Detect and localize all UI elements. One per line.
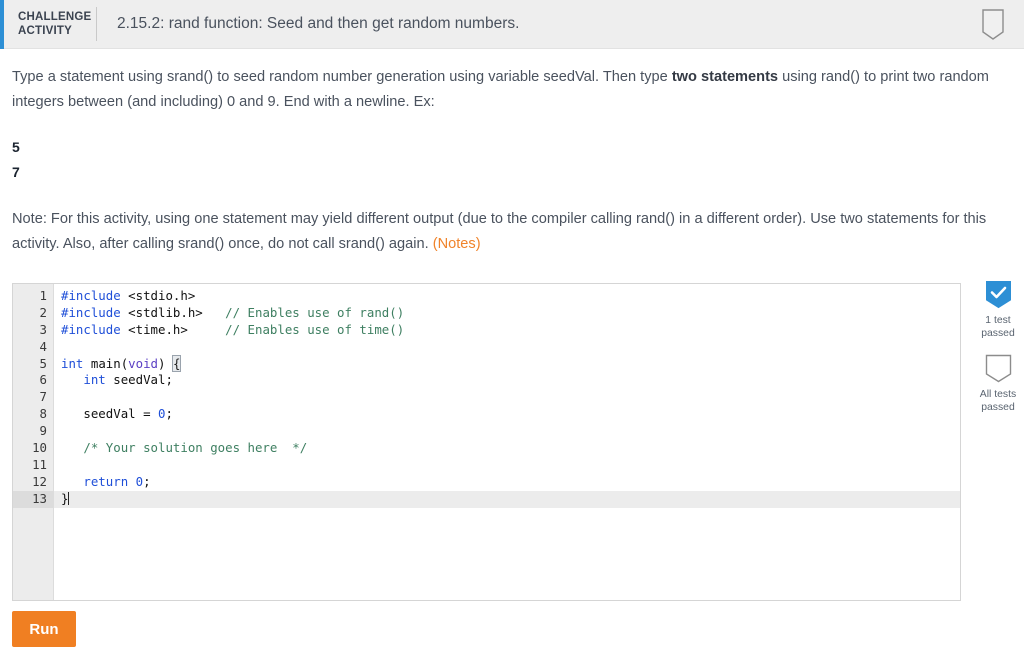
code-line[interactable]: int seedVal; bbox=[54, 372, 960, 389]
line-number: 13 bbox=[13, 490, 53, 508]
code-token: ; bbox=[165, 406, 173, 422]
challenge-activity-header: CHALLENGE ACTIVITY 2.15.2: rand function… bbox=[0, 0, 1024, 49]
code-token: // Enables use of time() bbox=[225, 321, 405, 337]
code-token: <stdio.h> bbox=[128, 288, 196, 303]
code-token: main bbox=[90, 355, 121, 371]
challenge-label-line2: ACTIVITY bbox=[18, 25, 72, 37]
code-line[interactable]: #include <stdlib.h> // Enables use of ra… bbox=[54, 305, 960, 322]
activity-title: 2.15.2: rand function: Seed and then get… bbox=[117, 15, 520, 32]
test-status-item: All tests passed bbox=[975, 354, 1021, 414]
code-token: // Enables use of rand() bbox=[225, 304, 405, 320]
code-line[interactable] bbox=[54, 423, 960, 440]
code-token: seedVal; bbox=[113, 372, 173, 388]
editor-code-area[interactable]: #include <stdio.h> #include <stdlib.h> //… bbox=[54, 284, 960, 600]
shield-check-icon bbox=[985, 281, 1011, 309]
code-line[interactable]: } bbox=[54, 490, 960, 508]
test-status-caption: 1 test passed bbox=[981, 315, 1015, 339]
header-accent-bar bbox=[0, 0, 4, 49]
test-status-caption: All tests passed bbox=[979, 389, 1017, 413]
code-token: ; bbox=[143, 473, 151, 489]
instructions-section: Type a statement using srand() to seed r… bbox=[0, 49, 1024, 257]
example-output-line-1: 5 bbox=[12, 139, 20, 155]
code-token: #include bbox=[61, 288, 121, 303]
line-number: 11 bbox=[32, 456, 47, 472]
line-number: 4 bbox=[39, 338, 47, 354]
code-line[interactable]: return 0; bbox=[54, 474, 960, 491]
code-token: { bbox=[171, 354, 182, 372]
test-status-panel: 1 test passed All tests passed bbox=[975, 280, 1021, 428]
code-token: <time.h> bbox=[128, 321, 188, 337]
instruction-paragraph-1: Type a statement using srand() to seed r… bbox=[12, 65, 1012, 115]
code-token: 0 bbox=[135, 473, 144, 489]
code-line[interactable] bbox=[54, 389, 960, 406]
code-token: int bbox=[83, 372, 106, 388]
code-line[interactable]: #include <time.h> // Enables use of time… bbox=[54, 322, 960, 339]
header-divider bbox=[96, 7, 97, 41]
code-line[interactable] bbox=[54, 457, 960, 474]
code-token: #include bbox=[61, 304, 121, 320]
code-token: int bbox=[61, 355, 84, 371]
code-line[interactable]: /* Your solution goes here */ bbox=[54, 440, 960, 457]
award-shield-icon bbox=[974, 6, 1012, 44]
instruction-p1-bold: two statements bbox=[671, 69, 779, 85]
instruction-p1-part-a: Type a statement using srand() to seed r… bbox=[12, 69, 672, 85]
run-button[interactable]: Run bbox=[12, 611, 76, 647]
code-line[interactable] bbox=[54, 339, 960, 356]
line-number: 9 bbox=[39, 423, 47, 439]
example-output: 5 7 bbox=[12, 135, 1012, 185]
code-token: void bbox=[128, 355, 159, 371]
code-token: return bbox=[83, 473, 129, 489]
line-number: 2 bbox=[39, 304, 47, 320]
line-number: 3 bbox=[39, 321, 47, 337]
code-line[interactable]: #include <stdio.h> bbox=[54, 288, 960, 305]
line-number: 10 bbox=[32, 440, 47, 456]
instruction-note-paragraph: Note: For this activity, using one state… bbox=[12, 207, 1012, 257]
line-number: 12 bbox=[32, 473, 47, 489]
line-number: 6 bbox=[39, 372, 47, 388]
test-status-item: 1 test passed bbox=[975, 280, 1021, 340]
code-token: ) bbox=[158, 355, 173, 371]
code-token: #include bbox=[61, 321, 121, 337]
code-token: <stdlib.h> bbox=[128, 304, 203, 320]
code-token: seedVal = bbox=[83, 406, 158, 422]
line-number: 7 bbox=[39, 389, 47, 405]
code-editor[interactable]: 1 2 3 4 5 6 7 8 9 10 11 12 13 #include <stdio.h> #inc… bbox=[12, 283, 961, 601]
code-token: /* Your solution goes here */ bbox=[83, 440, 308, 456]
editor-line-number-gutter: 1 2 3 4 5 6 7 8 9 10 11 12 13 bbox=[13, 284, 54, 600]
challenge-activity-label: CHALLENGE ACTIVITY bbox=[18, 10, 92, 38]
notes-link[interactable]: (Notes) bbox=[433, 236, 481, 252]
code-token: } bbox=[61, 490, 69, 506]
line-number: 1 bbox=[39, 288, 47, 303]
challenge-label-line1: CHALLENGE bbox=[18, 11, 92, 23]
text-cursor bbox=[68, 491, 70, 505]
line-number: 8 bbox=[39, 406, 47, 422]
example-output-line-2: 7 bbox=[12, 164, 20, 180]
line-number: 5 bbox=[39, 355, 47, 371]
code-line[interactable]: int main(void) { bbox=[54, 354, 960, 373]
code-line[interactable]: seedVal = 0; bbox=[54, 406, 960, 423]
instruction-note-text: Note: For this activity, using one state… bbox=[12, 211, 987, 252]
shield-outline-icon bbox=[985, 354, 1011, 383]
